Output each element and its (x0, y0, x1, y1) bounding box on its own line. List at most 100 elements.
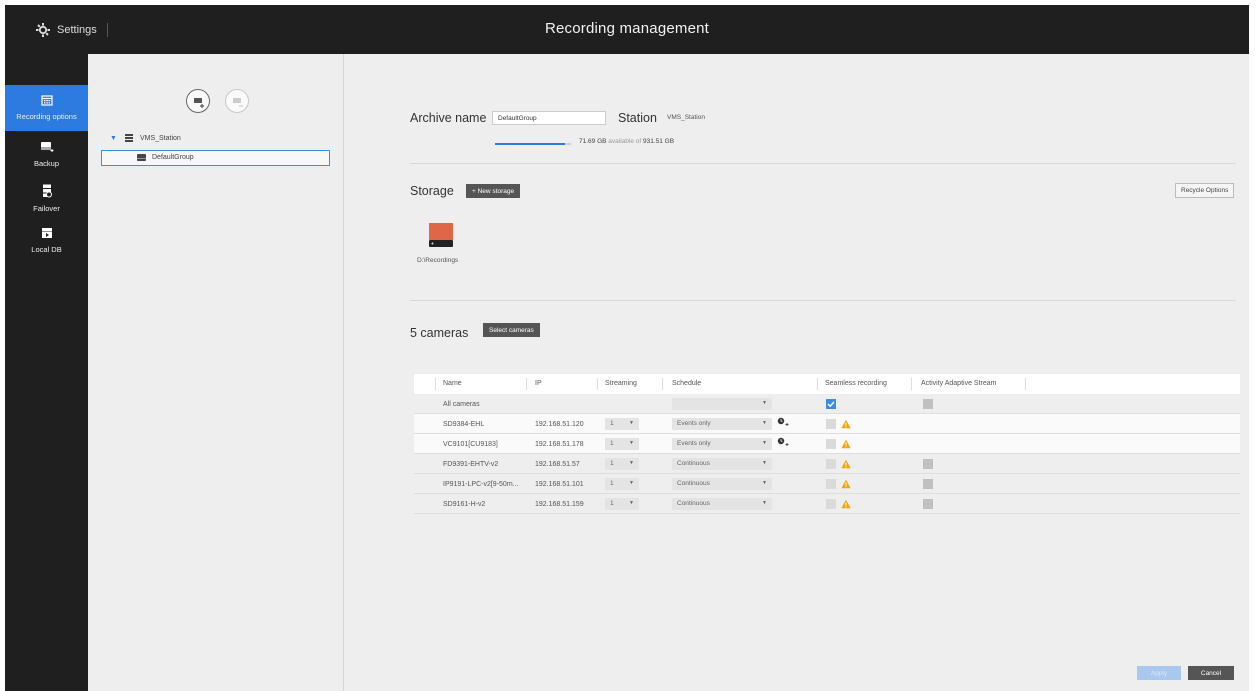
schedule-add-icon[interactable] (777, 417, 791, 429)
clock-plus-icon (777, 417, 789, 426)
chevron-down-icon: ▼ (762, 500, 767, 506)
expand-caret-icon[interactable]: ▼ (110, 135, 117, 142)
table-row: SD9161-H-v2 192.168.51.159 1 ▼ Continuous ▼ (414, 494, 1240, 514)
total-gb: 931.51 GB (642, 138, 675, 145)
seamless-checkbox[interactable] (826, 439, 836, 449)
camera-name: FD9391-EHTV-v2 (443, 461, 499, 468)
streaming-select[interactable]: 1 ▼ (605, 478, 639, 490)
camera-ip: 192.168.51.120 (535, 421, 584, 428)
tree-node-group-selected[interactable] (101, 150, 330, 166)
cancel-button[interactable]: Cancel (1188, 666, 1234, 680)
all-adaptive-checkbox[interactable] (923, 399, 933, 409)
table-row-all-cameras: All cameras ▼ (414, 394, 1240, 414)
add-group-button[interactable] (186, 89, 210, 113)
sidebar-label-failover: Failover (33, 204, 60, 213)
streaming-select[interactable]: 1 ▼ (605, 458, 639, 470)
table-row: SD9384-EHL 192.168.51.120 1 ▼ Events only ▼ (414, 414, 1240, 434)
all-cameras-label: All cameras (443, 401, 480, 408)
table-row: IP9191-LPC-v2[9-50m... 192.168.51.101 1 ▼ Co… (414, 474, 1240, 494)
calendar-icon (40, 95, 53, 106)
adaptive-stream-checkbox[interactable] (923, 459, 933, 469)
apply-button[interactable]: Apply (1137, 666, 1181, 680)
table-header: Name IP Streaming Schedule Seamless reco… (414, 374, 1240, 394)
main-panel: Archive name Station VMS_Station 71.69 G… (345, 54, 1249, 691)
schedule-select[interactable]: Continuous ▼ (672, 498, 772, 510)
camera-ip: 192.168.51.101 (535, 481, 584, 488)
seamless-checkbox[interactable] (826, 499, 836, 509)
column-header-seamless[interactable]: Seamless recording (825, 380, 887, 387)
storage-usage-fill (495, 143, 565, 145)
seamless-checkbox[interactable] (826, 479, 836, 489)
camera-name: SD9161-H-v2 (443, 501, 486, 508)
recycle-options-button[interactable]: Recycle Options (1175, 183, 1235, 198)
streaming-select[interactable]: 1 ▼ (605, 418, 639, 430)
sidebar-item-failover[interactable]: Failover (5, 184, 88, 218)
sidebar-label-local-db: Local DB (31, 245, 62, 254)
storage-drive-tile[interactable] (429, 223, 453, 249)
seamless-checkbox[interactable] (826, 459, 836, 469)
remove-group-button[interactable] (225, 89, 249, 113)
streaming-select[interactable]: 1 ▼ (605, 498, 639, 510)
streaming-value: 1 (610, 420, 614, 427)
archive-name-label: Archive name (410, 111, 487, 125)
seamless-checkbox[interactable] (826, 419, 836, 429)
column-divider (597, 378, 598, 390)
sidebar-item-recording-options[interactable]: Recording options (5, 85, 88, 131)
sidebar-item-backup[interactable]: Backup (5, 141, 88, 175)
new-storage-button[interactable]: + New storage (466, 184, 521, 198)
available-gb: 71.69 GB (579, 138, 607, 145)
streaming-value: 1 (610, 480, 614, 487)
camera-ip: 192.168.51.178 (535, 441, 584, 448)
local-db-icon (41, 228, 52, 238)
chevron-down-icon: ▼ (762, 400, 767, 406)
sidebar-label-backup: Backup (33, 159, 60, 168)
column-header-streaming[interactable]: Streaming (605, 380, 637, 387)
table-row: FD9391-EHTV-v2 192.168.51.57 1 ▼ Continuous ▼ (414, 454, 1240, 474)
schedule-value: Continuous (677, 460, 710, 467)
column-header-adaptive-stream[interactable]: Activity Adaptive Stream (921, 380, 996, 387)
schedule-select[interactable]: Continuous ▼ (672, 478, 772, 490)
schedule-select[interactable]: Continuous ▼ (672, 458, 772, 470)
warning-icon (841, 479, 851, 489)
camera-name: SD9384-EHL (443, 421, 485, 428)
camera-name: VC9101[CU9183] (443, 441, 498, 448)
column-header-name[interactable]: Name (443, 380, 462, 387)
tree-node-station[interactable]: ▼ VMS_Station (110, 134, 181, 142)
chevron-down-icon: ▼ (762, 440, 767, 446)
archive-name-input[interactable] (492, 111, 606, 125)
column-header-ip[interactable]: IP (535, 380, 542, 387)
schedule-value: Events only (677, 440, 711, 447)
warning-icon (841, 459, 851, 469)
seamless-warning (841, 439, 851, 449)
warning-icon (841, 419, 851, 429)
adaptive-stream-checkbox[interactable] (923, 479, 933, 489)
sidebar: Recording options Backup Failover Local … (5, 54, 88, 691)
tree-node-group[interactable]: DefaultGroup (137, 154, 194, 161)
column-divider (1025, 378, 1026, 390)
divider (410, 300, 1236, 301)
add-storage-icon (193, 97, 204, 108)
station-label: Station (618, 111, 657, 125)
column-divider (911, 378, 912, 390)
backup-icon (40, 142, 53, 152)
adaptive-stream-checkbox[interactable] (923, 499, 933, 509)
tree-station-label: VMS_Station (139, 134, 181, 142)
camera-ip: 192.168.51.57 (535, 461, 580, 468)
all-seamless-checkbox[interactable] (826, 399, 836, 409)
chevron-down-icon: ▼ (762, 420, 767, 426)
seamless-warning (841, 479, 851, 489)
schedule-add-icon[interactable] (777, 437, 791, 449)
select-cameras-button[interactable]: Select cameras (483, 323, 540, 337)
column-header-schedule[interactable]: Schedule (672, 380, 701, 387)
app-window: Settings Recording management Recording … (5, 5, 1249, 691)
available-text: available of (608, 138, 642, 145)
camera-table: Name IP Streaming Schedule Seamless reco… (414, 374, 1240, 514)
all-schedule-select[interactable]: ▼ (672, 398, 772, 410)
schedule-select[interactable]: Events only ▼ (672, 438, 772, 450)
streaming-select[interactable]: 1 ▼ (605, 438, 639, 450)
sidebar-item-local-db[interactable]: Local DB (5, 227, 88, 261)
chevron-down-icon: ▼ (629, 460, 634, 466)
chevron-down-icon: ▼ (629, 500, 634, 506)
warning-icon (841, 499, 851, 509)
schedule-select[interactable]: Events only ▼ (672, 418, 772, 430)
